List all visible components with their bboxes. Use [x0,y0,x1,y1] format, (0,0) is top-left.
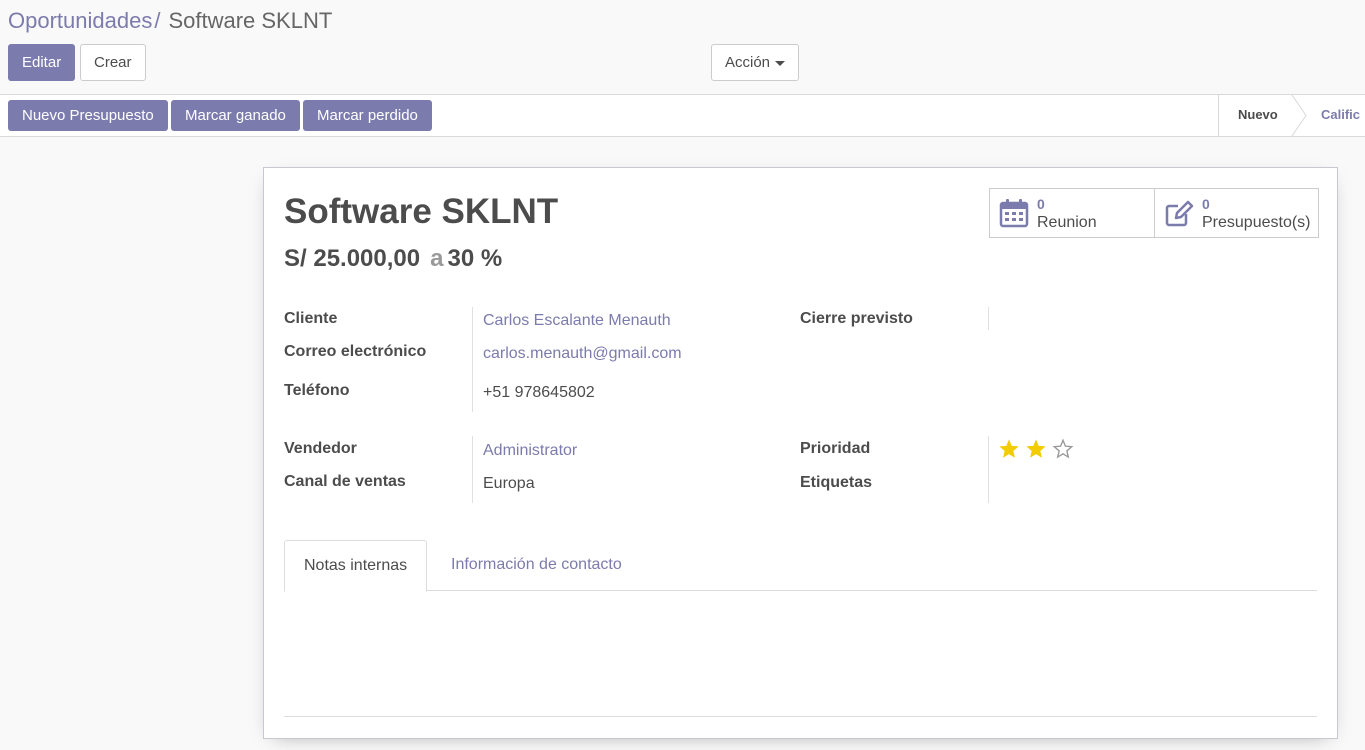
breadcrumb-separator: / [154,8,161,33]
tab-internal-notes[interactable]: Notas internas [284,540,428,592]
probability-value: 30 % [447,245,503,272]
breadcrumb-current: Software SKLNT [168,8,333,33]
stage-new[interactable]: Nuevo [1238,95,1278,136]
action-label: Acción [725,54,771,71]
quotations-count: 0 [1202,196,1210,212]
edit-button[interactable]: Editar [8,44,76,81]
revenue-amount: S/ 25.000,00 [284,245,421,272]
star-empty-icon[interactable] [1052,438,1074,460]
salesperson-label: Vendedor [284,440,357,457]
quotations-label: Presupuesto(s) [1202,214,1311,231]
notebook-tabs: Notas internas Información de contacto [284,540,1317,592]
notes-area-border [284,716,1317,717]
caret-down-icon [775,60,786,66]
opportunity-title: Software SKLNT [284,192,559,231]
phone-label: Teléfono [284,382,350,399]
stage-qualified[interactable]: Calific [1321,95,1360,136]
priority-label: Prioridad [800,440,871,457]
breadcrumb-parent-link[interactable]: Oportunidades [8,8,152,33]
star-filled-icon[interactable] [998,438,1020,460]
customer-label: Cliente [284,310,338,327]
tags-label: Etiquetas [800,474,873,491]
sales-channel-label: Canal de ventas [284,473,406,490]
field-divider [472,307,473,412]
email-label: Correo electrónico [284,343,427,360]
meetings-count: 0 [1037,196,1045,212]
edit-icon [1165,200,1194,227]
create-button[interactable]: Crear [80,44,146,81]
salesperson-link[interactable]: Administrator [483,441,577,461]
breadcrumb: Oportunidades/ Software SKLNT [8,8,332,34]
priority-stars [998,438,1079,462]
expected-revenue: S/ 25.000,00 a 30 % [284,244,502,274]
control-panel: Oportunidades/ Software SKLNT Editar Crea… [0,0,1365,95]
statusbar: Nuevo Presupuesto Marcar ganado Marcar p… [0,95,1365,137]
mark-won-button[interactable]: Marcar ganado [171,100,300,131]
phone-value: +51 978645802 [483,384,595,401]
quotations-smart-button[interactable]: 0 Presupuesto(s) [1154,189,1318,237]
calendar-icon [999,199,1029,228]
field-divider [988,307,989,330]
star-filled-icon[interactable] [1025,438,1047,460]
meetings-smart-button[interactable]: 0 Reunion [990,189,1154,237]
smart-buttons: 0 Reunion 0 Presupuesto(s) [989,188,1319,238]
form-sheet: Software SKLNT S/ 25.000,00 a 30 % 0 Reuni… [263,167,1338,739]
tab-contact-information[interactable]: Información de contacto [432,540,641,591]
stage-arrow-icon [1291,95,1307,136]
customer-link[interactable]: Carlos Escalante Menauth [483,311,671,331]
field-divider [988,436,989,503]
field-divider [472,436,473,503]
sales-channel-value: Europa [483,475,535,492]
mark-lost-button[interactable]: Marcar perdido [303,100,432,131]
email-link[interactable]: carlos.menauth@gmail.com [483,344,682,364]
action-dropdown-button[interactable]: Acción [711,44,800,81]
expected-close-label: Cierre previsto [800,310,913,327]
new-quotation-button[interactable]: Nuevo Presupuesto [8,100,168,131]
stage-pipeline: Nuevo Calific [1218,95,1365,136]
revenue-at-word: a [430,245,444,272]
meetings-label: Reunion [1037,214,1097,231]
